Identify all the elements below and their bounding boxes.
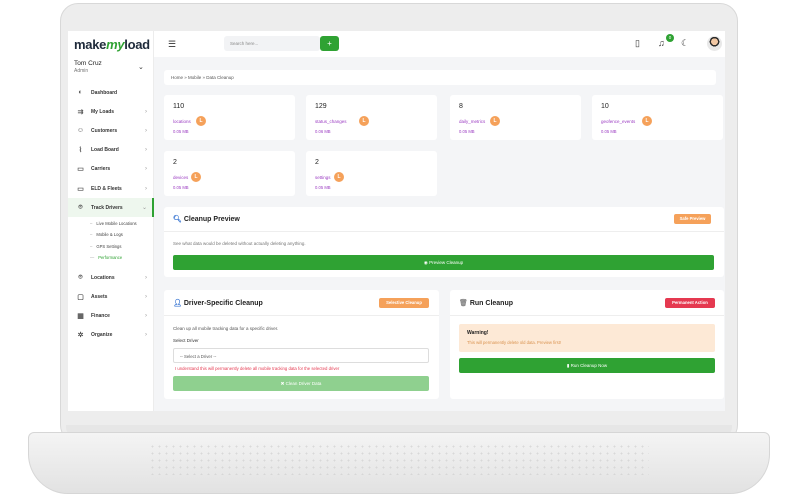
users-icon: ☺	[76, 127, 85, 135]
bell-icon[interactable]: ♫	[658, 38, 665, 48]
app-logo[interactable]: makemyload	[74, 37, 150, 52]
sidebar: makemyload Tom Cruz Admin ⌄ ◐ Dashboard ⇉…	[68, 31, 154, 411]
sidebar-item-assets[interactable]: ▢ Assets ›	[68, 288, 154, 307]
sidebar-item-eld-fleets[interactable]: ▭ ELD & Fleets ›	[68, 179, 154, 198]
confirm-checkbox-label[interactable]: I understand this will permanently delet…	[175, 366, 339, 371]
pin-icon: ⌾	[78, 273, 83, 281]
driver-select[interactable]: -- Select a Driver --	[173, 348, 429, 363]
stat-card: 10 geofence_events L 0.05 MB	[592, 95, 723, 140]
stat-card: 8 daily_metrics L 0.05 MB	[450, 95, 581, 140]
sidebar-item-organize[interactable]: ✲ Organize ›	[68, 326, 154, 345]
warning-box: Warning! This will permanently delete ol…	[459, 324, 715, 352]
sidebar-item-my-loads[interactable]: ⇉ My Loads ›	[68, 102, 154, 121]
stat-card: 2 settings L 0.05 MB	[306, 151, 437, 196]
stat-card: 110 locations L 0.05 MB	[164, 95, 295, 140]
user-profile[interactable]: Tom Cruz Admin	[74, 60, 102, 74]
chevron-down-icon[interactable]: ⌄	[138, 63, 144, 71]
avatar[interactable]	[707, 36, 722, 51]
sidebar-item-locations[interactable]: ⌾ Locations ›	[68, 268, 154, 287]
sidebar-item-dashboard[interactable]: ◐ Dashboard	[68, 83, 154, 102]
truck-icon: ⇉	[77, 108, 84, 116]
eye-icon: ◉	[423, 260, 428, 265]
sidebar-item-finance[interactable]: ▦ Finance ›	[68, 307, 154, 326]
preview-cleanup-button[interactable]: ◉ Preview Cleanup	[173, 255, 714, 270]
clean-driver-data-button[interactable]: ✖ Clean Driver Data	[173, 376, 429, 391]
magnifier-icon: 🔍︎	[173, 216, 182, 223]
submenu-item-live-mobile-locations[interactable]: – Live Mobile Locations	[90, 217, 154, 229]
chevron-right-icon: ›	[145, 274, 147, 281]
submenu-item-performance[interactable]: — Performance	[90, 252, 154, 264]
stat-badge-icon: L	[642, 116, 652, 126]
chevron-right-icon: ›	[145, 332, 147, 339]
driver-cleanup-card: 👤︎ Driver-Specific Cleanup Selective Cle…	[164, 290, 439, 399]
chevron-right-icon: ›	[145, 108, 147, 115]
app-screen: makemyload Tom Cruz Admin ⌄ ◐ Dashboard ⇉…	[68, 31, 725, 411]
breadcrumb: Home » Mobile » Data Cleanup	[164, 70, 716, 85]
hamburger-menu-icon[interactable]: ☰	[168, 39, 176, 50]
laptop-base	[28, 432, 770, 494]
sidebar-item-track-drivers[interactable]: ⌾ Track Drivers ⌄	[68, 198, 154, 218]
search-input[interactable]: Search here...	[224, 36, 320, 51]
chevron-right-icon: ›	[145, 166, 147, 173]
user-icon: 👤︎	[173, 300, 182, 307]
preview-description: See what data would be deleted without a…	[173, 241, 306, 246]
chevron-right-icon: ›	[145, 185, 147, 192]
submenu-item-gps-settings[interactable]: – GPS Settings	[90, 240, 154, 252]
cleanup-preview-card: 🔍︎ Cleanup Preview Safe Preview See what…	[164, 207, 724, 277]
driver-cleanup-title: 👤︎ Driver-Specific Cleanup	[173, 300, 263, 307]
fleet-icon: ▭	[77, 185, 84, 193]
user-role: Admin	[74, 68, 89, 74]
search-add-button[interactable]: +	[320, 36, 339, 51]
theme-toggle-icon[interactable]: ☾	[681, 38, 689, 49]
notification-badge: 0	[666, 34, 674, 42]
location-pin-icon: ⌾	[78, 203, 83, 211]
stat-badge-icon: L	[334, 172, 344, 182]
stat-card: 129 status_changes L 0.06 MB	[306, 95, 437, 140]
driver-description: Clean up all mobile tracking data for a …	[173, 326, 279, 331]
select-driver-label: Select Driver	[173, 338, 199, 343]
chart-icon: ⌇	[78, 147, 83, 155]
sidebar-item-carriers[interactable]: ▭ Carriers ›	[68, 160, 154, 179]
carrier-icon: ▭	[77, 166, 84, 174]
sidebar-item-customers[interactable]: ☺ Customers ›	[68, 121, 154, 140]
stat-badge-icon: L	[490, 116, 500, 126]
cleanup-preview-title: 🔍︎ Cleanup Preview	[173, 216, 240, 223]
sidebar-item-load-board[interactable]: ⌇ Load Board ›	[68, 141, 154, 160]
run-cleanup-card: 🗑︎ Run Cleanup Permanent Action Warning!…	[450, 290, 724, 399]
lock-icon: ▢	[77, 294, 84, 302]
trash-icon: 🗑︎	[459, 300, 468, 307]
stat-badge-icon: L	[196, 116, 206, 126]
chevron-right-icon: ›	[145, 147, 147, 154]
selective-cleanup-badge: Selective Cleanup	[379, 298, 429, 308]
divider	[164, 315, 439, 316]
user-name: Tom Cruz	[74, 60, 102, 67]
trash-icon: ▮	[566, 363, 570, 368]
calendar-icon: ▦	[77, 313, 84, 321]
sidebar-submenu: – Live Mobile Locations – Mobile & Logs – G…	[68, 217, 154, 263]
divider	[450, 315, 724, 316]
divider	[164, 231, 724, 232]
warning-title: Warning!	[467, 330, 489, 336]
stat-card: 2 devices L 0.05 MB	[164, 151, 295, 196]
stat-badge-icon: L	[191, 172, 201, 182]
gear-icon: ✲	[77, 332, 84, 340]
run-cleanup-now-button[interactable]: ▮ Run Cleanup Now	[459, 358, 715, 373]
chevron-down-icon: ⌄	[141, 205, 147, 212]
stat-badge-icon: L	[359, 116, 369, 126]
warning-text: This will permanently delete old data. P…	[467, 340, 562, 345]
safe-preview-badge: Safe Preview	[674, 214, 711, 224]
chevron-right-icon: ›	[145, 313, 147, 320]
top-bar: ☰ Search here... + ▯ ♫ 0 ☾	[154, 31, 725, 57]
submenu-item-mobile-logs[interactable]: – Mobile & Logs	[90, 229, 154, 241]
document-icon[interactable]: ▯	[635, 38, 640, 49]
sidebar-nav: ◐ Dashboard ⇉ My Loads › ☺ Customers › ⌇ Load …	[68, 83, 154, 345]
run-cleanup-title: 🗑︎ Run Cleanup	[459, 300, 514, 307]
permanent-action-badge: Permanent Action	[665, 298, 715, 308]
chevron-right-icon: ›	[145, 127, 147, 134]
dashboard-icon: ◐	[78, 89, 83, 97]
user-remove-icon: ✖	[280, 381, 285, 386]
chevron-right-icon: ›	[145, 294, 147, 301]
